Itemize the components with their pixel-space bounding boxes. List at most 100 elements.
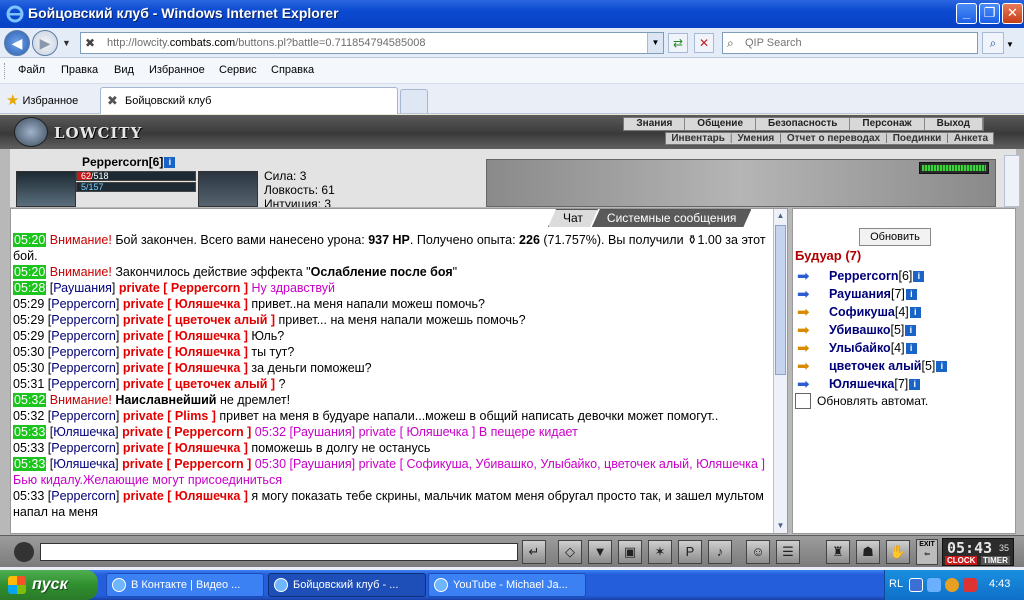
tray-arrow-icon[interactable]: [909, 578, 923, 592]
member-status-arrow-icon[interactable]: ➡: [797, 285, 823, 303]
message-time[interactable]: 05:33: [13, 489, 44, 503]
private-icon[interactable]: P: [678, 540, 702, 564]
new-tab-button[interactable]: [400, 89, 428, 113]
message-author[interactable]: Peppercorn: [51, 329, 116, 343]
equipment-slots[interactable]: [198, 171, 258, 207]
message-time[interactable]: 05:20: [13, 233, 47, 247]
search-box[interactable]: ⌕: [722, 32, 978, 54]
message-time[interactable]: 05:30: [13, 361, 44, 375]
message-time[interactable]: 05:33: [13, 425, 47, 439]
message-time[interactable]: 05:20: [13, 265, 47, 279]
taskbar-item-vkontakte[interactable]: В Контакте | Видео ...: [106, 573, 264, 597]
nav-character[interactable]: Персонаж: [850, 118, 925, 130]
taskbar-item-combats[interactable]: Бойцовский клуб - ...: [268, 573, 426, 597]
filter-icon[interactable]: ▼: [588, 540, 612, 564]
private-recipient[interactable]: private [ Юляшечка ]: [123, 361, 252, 375]
language-indicator[interactable]: RL: [889, 578, 903, 590]
auto-refresh-row[interactable]: Обновлять автомат.: [795, 393, 928, 409]
room-member[interactable]: ➡ цветочек алый [5] i: [797, 357, 948, 375]
character-name[interactable]: Peppercorn[6] i: [82, 155, 176, 169]
info-icon[interactable]: i: [909, 378, 921, 390]
menu-favorites[interactable]: Избранное: [149, 64, 205, 76]
message-time[interactable]: 05:32: [13, 393, 47, 407]
member-name[interactable]: Улыбайко: [829, 341, 891, 355]
info-icon[interactable]: i: [909, 306, 921, 318]
message-time[interactable]: 05:29: [13, 297, 44, 311]
chat-scrollbar[interactable]: ▲ ▼: [773, 209, 787, 533]
private-recipient[interactable]: private [ Юляшечка ]: [123, 297, 252, 311]
menu-edit[interactable]: Правка: [61, 64, 98, 76]
private-recipient[interactable]: private [ Peppercorn ]: [122, 425, 255, 439]
member-status-arrow-icon[interactable]: ➡: [797, 339, 823, 357]
nav-skills[interactable]: Умения: [733, 133, 780, 144]
eraser-icon[interactable]: ◇: [558, 540, 582, 564]
message-author[interactable]: Peppercorn: [51, 297, 116, 311]
favorites-button[interactable]: ★ Избранное: [6, 90, 78, 109]
private-recipient[interactable]: private [ Peppercorn ]: [122, 457, 255, 471]
message-time[interactable]: 05:33: [13, 457, 47, 471]
message-author[interactable]: Раушания: [53, 281, 112, 295]
private-recipient[interactable]: private [ Юляшечка ]: [123, 441, 252, 455]
recent-pages-dropdown-icon[interactable]: ▼: [62, 38, 71, 48]
search-options-dropdown-icon[interactable]: ▼: [1006, 40, 1014, 49]
message-author[interactable]: Peppercorn: [51, 377, 116, 391]
sound-icon[interactable]: ♪: [708, 540, 732, 564]
room-member[interactable]: ➡ Улыбайко [4] i: [797, 339, 947, 357]
clock-label[interactable]: CLOCK: [945, 556, 978, 565]
member-name[interactable]: Убивашко: [829, 323, 891, 337]
restore-button[interactable]: ❐: [979, 3, 1000, 24]
message-author[interactable]: Peppercorn: [51, 489, 116, 503]
message-time[interactable]: 05:29: [13, 313, 44, 327]
private-recipient[interactable]: private [ Peppercorn ]: [119, 281, 252, 295]
private-recipient[interactable]: private [ Юляшечка ]: [123, 329, 252, 343]
hand-icon[interactable]: ✋: [886, 540, 910, 564]
nav-profile[interactable]: Анкета: [949, 133, 993, 144]
room-member[interactable]: ➡ Peppercorn [6] i: [797, 267, 947, 285]
network-icon[interactable]: [927, 578, 941, 592]
scroll-down-icon[interactable]: ▼: [775, 520, 786, 532]
chat-settings-icon[interactable]: ☰: [776, 540, 800, 564]
member-name[interactable]: Софикуша: [829, 305, 895, 319]
message-author[interactable]: Peppercorn: [51, 441, 116, 455]
stop-icon[interactable]: ✕: [694, 33, 714, 53]
tray-app-icon[interactable]: [963, 578, 977, 592]
exit-button[interactable]: EXIT ⇦: [916, 539, 938, 565]
room-member[interactable]: ➡ Раушания [7] i: [797, 285, 947, 303]
minimize-button[interactable]: _: [956, 3, 977, 24]
member-status-arrow-icon[interactable]: ➡: [797, 375, 823, 393]
nav-inventory[interactable]: Инвентарь: [666, 133, 730, 144]
info-icon[interactable]: i: [936, 360, 948, 372]
member-name[interactable]: Раушания: [829, 287, 891, 301]
message-author[interactable]: Юляшечка: [53, 425, 115, 439]
nav-exit[interactable]: Выход: [925, 118, 983, 130]
start-button[interactable]: пуск: [0, 570, 98, 600]
member-status-arrow-icon[interactable]: ➡: [797, 321, 823, 339]
bag-icon[interactable]: ♜: [826, 540, 850, 564]
info-icon[interactable]: i: [905, 324, 917, 336]
message-author[interactable]: Peppercorn: [51, 345, 116, 359]
message-author[interactable]: Юляшечка: [53, 457, 115, 471]
info-icon[interactable]: i: [905, 288, 917, 300]
taskbar-item-youtube[interactable]: YouTube - Michael Ja...: [428, 573, 586, 597]
mask-icon[interactable]: ☗: [856, 540, 880, 564]
room-member[interactable]: ➡ Софикуша [4] i: [797, 303, 947, 321]
search-input[interactable]: [745, 35, 975, 51]
info-icon[interactable]: i: [913, 270, 925, 282]
fighter-icon[interactable]: ✶: [648, 540, 672, 564]
private-recipient[interactable]: private [ цветочек алый ]: [123, 313, 279, 327]
message-time[interactable]: 05:30: [13, 345, 44, 359]
info-icon[interactable]: i: [905, 342, 917, 354]
tab-combats[interactable]: ✖ Бойцовский клуб: [100, 87, 398, 114]
member-name[interactable]: Юляшечка: [829, 377, 894, 391]
menu-tools[interactable]: Сервис: [219, 64, 257, 76]
private-recipient[interactable]: private [ Юляшечка ]: [123, 345, 252, 359]
refresh-room-button[interactable]: Обновить: [859, 228, 931, 246]
address-input[interactable]: ✖ http://lowcity.combats.com/buttons.pl?…: [80, 32, 664, 54]
refresh-icon[interactable]: ⇄: [668, 33, 688, 53]
menu-file[interactable]: Файл: [18, 64, 45, 76]
antivirus-icon[interactable]: [945, 578, 959, 592]
private-recipient[interactable]: private [ Юляшечка ]: [123, 489, 252, 503]
character-panel-scrollbar[interactable]: [1004, 155, 1020, 207]
speaker-icon[interactable]: [14, 542, 34, 562]
save-icon[interactable]: ▣: [618, 540, 642, 564]
